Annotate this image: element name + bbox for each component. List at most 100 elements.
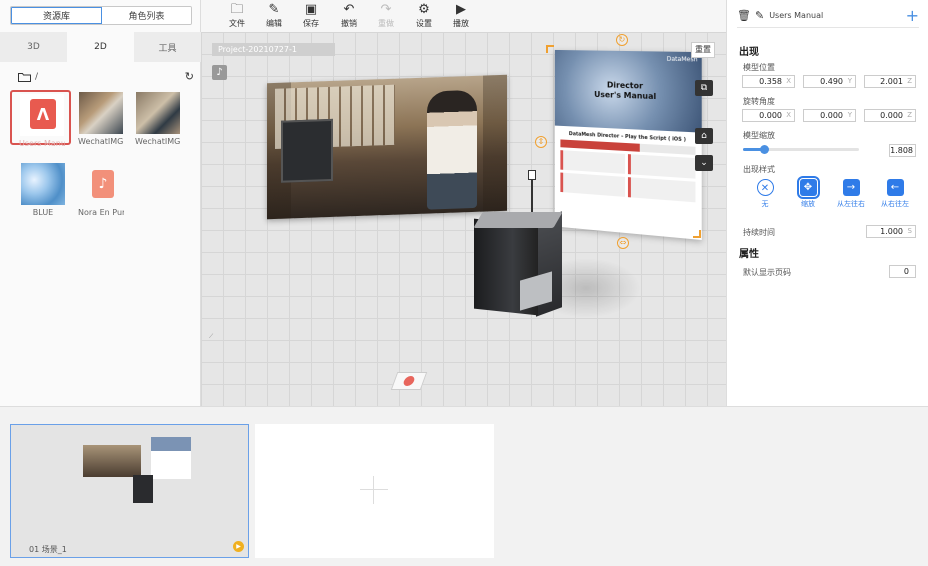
scale-slider[interactable] — [743, 145, 859, 154]
axis-z: Z — [907, 111, 912, 119]
reset-button[interactable]: 重置 — [691, 42, 715, 58]
asset-item[interactable]: ᐱ Users Manual — [19, 94, 65, 148]
redo-button[interactable]: ↷ 重做 — [372, 3, 400, 29]
style-option-none[interactable]: ✕ 无 — [743, 179, 787, 209]
axis-z: Z — [907, 77, 912, 85]
rotation-x-value: 0.000 — [759, 111, 782, 120]
asset-thumbnail: ᐱ — [20, 94, 64, 136]
folder-icon[interactable] — [18, 72, 31, 82]
gear-icon: ⚙ — [418, 2, 430, 17]
trash-icon[interactable]: 🗑 — [737, 9, 751, 22]
edit-button[interactable]: ✎ 编辑 — [260, 3, 288, 29]
edit-label: 编辑 — [266, 19, 282, 28]
object-header: 🗑 ✎ Users Manual + — [737, 8, 919, 28]
redo-icon: ↷ — [380, 2, 392, 17]
asset-item[interactable]: WechatIMG15 — [135, 92, 181, 146]
scene-preview — [83, 445, 141, 477]
asset-panel: 资源库 角色列表 3D 2D 工具 / ↻ ᐱ Users Manual Wec… — [0, 0, 201, 406]
position-y-value: 0.490 — [820, 77, 843, 86]
tab-tools[interactable]: 工具 — [134, 32, 201, 62]
plus-icon — [360, 476, 388, 504]
rotate-handle-icon[interactable]: ↻ — [616, 34, 628, 46]
style-option-left-to-right[interactable]: → 从左往右 — [829, 179, 873, 209]
fit-view-icon[interactable]: ⧉ — [695, 80, 713, 96]
scene-preview — [133, 475, 153, 503]
style-option-right-to-left[interactable]: ← 从右往左 — [873, 179, 917, 209]
asset-label: WechatIMG15 — [135, 137, 181, 146]
model-part — [473, 212, 563, 228]
move-handle-icon[interactable]: ⇔ — [617, 237, 629, 249]
photo-plane[interactable] — [267, 74, 507, 220]
pdf-icon: ᐱ — [30, 99, 56, 129]
image-thumbnail — [79, 92, 123, 134]
play-icon[interactable]: ▶ — [233, 541, 244, 552]
scene-timeline: 01 场景_1 ▶ — [0, 406, 928, 566]
play-button[interactable]: ▶ 播放 — [447, 3, 475, 29]
duration-field[interactable]: 1.000 S — [866, 225, 916, 238]
axis-x: X — [786, 77, 791, 85]
position-z-field[interactable]: 2.001 Z — [864, 75, 916, 88]
doc-title-line1: Director — [606, 80, 643, 91]
scene-card[interactable]: 01 场景_1 ▶ — [10, 424, 249, 558]
edit-icon[interactable]: ✎ — [755, 9, 764, 22]
home-view-icon[interactable]: ⌂ — [695, 128, 713, 144]
file-button[interactable]: 🗀 文件 — [223, 3, 251, 29]
page-field[interactable]: 0 — [889, 265, 916, 278]
tab-role-list[interactable]: 角色列表 — [102, 7, 191, 24]
chevron-down-icon[interactable]: ⌄ — [695, 155, 713, 171]
settings-label: 设置 — [416, 19, 432, 28]
section-appear: 出现 — [739, 47, 759, 58]
save-button[interactable]: ▣ 保存 — [297, 3, 325, 29]
page-label: 默认显示页码 — [743, 268, 791, 277]
style-label-rtl: 从右往左 — [881, 200, 909, 208]
doc-title: Director User's Manual — [594, 80, 656, 102]
arrow-left-icon: ← — [886, 179, 904, 196]
asset-label: BLUE — [32, 208, 54, 217]
position-x-field[interactable]: 0.358 X — [742, 75, 795, 88]
scene-viewport[interactable]: Project-20210727-1 ♪ ⟋ DataMesh Director… — [201, 32, 726, 406]
rotation-y-field[interactable]: 0.000 Y — [803, 109, 856, 122]
tab-2d[interactable]: 2D — [67, 32, 134, 62]
section-properties: 属性 — [739, 249, 759, 260]
power-plug — [528, 170, 536, 180]
tab-3d[interactable]: 3D — [0, 32, 67, 62]
position-y-field[interactable]: 0.490 Y — [803, 75, 856, 88]
arrow-right-icon: → — [842, 179, 860, 196]
duration-value: 1.000 — [880, 227, 903, 236]
asset-label: Users Manual — [19, 139, 65, 148]
position-label: 模型位置 — [743, 63, 775, 72]
rotation-z-field[interactable]: 0.000 Z — [864, 109, 916, 122]
settings-button[interactable]: ⚙ 设置 — [410, 3, 438, 29]
coffee-machine-model[interactable] — [473, 211, 564, 324]
slider-knob[interactable] — [759, 145, 769, 154]
asset-label: Nora En Pur… — [78, 208, 124, 217]
path-text: / — [35, 72, 39, 82]
app-window: 资源库 角色列表 3D 2D 工具 / ↻ ᐱ Users Manual Wec… — [0, 0, 928, 566]
asset-item[interactable]: BLUE — [20, 163, 66, 217]
doc-cell — [627, 154, 696, 179]
refresh-icon[interactable]: ↻ — [185, 70, 194, 83]
move-handle-icon[interactable]: ⇕ — [535, 136, 547, 148]
axis-marker: ⟋ — [209, 333, 214, 340]
style-label-none: 无 — [761, 200, 769, 208]
add-scene-button[interactable] — [255, 424, 494, 558]
rotation-x-field[interactable]: 0.000 X — [742, 109, 795, 122]
undo-button[interactable]: ↶ 撤销 — [335, 3, 363, 29]
scale-label: 模型缩放 — [743, 131, 775, 140]
music-icon[interactable]: ♪ — [212, 65, 227, 80]
asset-item[interactable]: ♪ Nora En Pur… — [78, 163, 124, 217]
none-icon: ✕ — [756, 179, 774, 196]
asset-type-tabs: 3D 2D 工具 — [0, 32, 201, 62]
asset-item[interactable]: WechatIMG16 — [78, 92, 124, 146]
edit-icon: ✎ — [268, 2, 280, 17]
redo-label: 重做 — [378, 19, 394, 28]
pdf-document-plane[interactable]: DataMesh Director User's Manual DataMesh… — [554, 49, 702, 240]
style-option-scale[interactable]: ✥ 缩放 — [786, 176, 830, 209]
scale-field[interactable]: 1.808 — [889, 144, 916, 157]
folder-path: / ↻ — [18, 70, 194, 84]
tab-asset-library[interactable]: 资源库 — [11, 7, 102, 24]
anchor-pin-icon[interactable] — [390, 372, 428, 390]
play-circle-icon: ▶ — [456, 2, 466, 17]
rotation-label: 旋转角度 — [743, 97, 775, 106]
add-icon[interactable]: + — [906, 8, 919, 24]
